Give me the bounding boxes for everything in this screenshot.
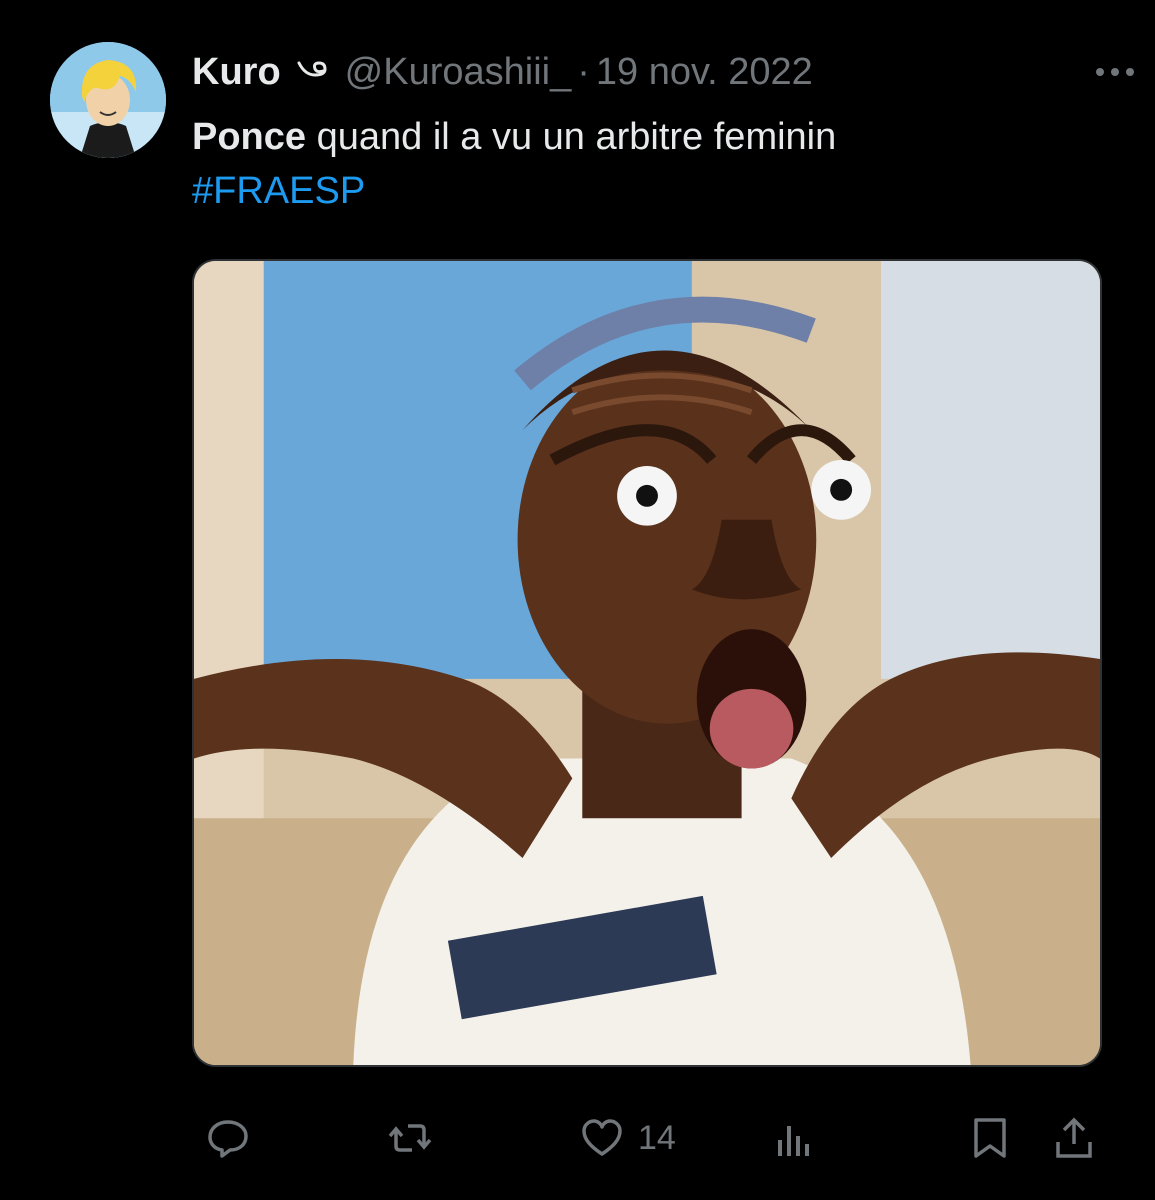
reply-button[interactable]	[206, 1108, 250, 1168]
share-button[interactable]	[1052, 1108, 1096, 1168]
share-icon	[1056, 1117, 1092, 1158]
bookmark-icon	[974, 1118, 1006, 1158]
tweet-image[interactable]	[192, 259, 1102, 1067]
display-name[interactable]: Kuro	[192, 51, 281, 94]
tweet-card[interactable]: Kuro @Kuroashiii_ · 19 nov. 2022 Ponce q…	[0, 0, 1155, 1200]
retweet-icon	[388, 1124, 432, 1152]
header-separator: ·	[577, 50, 590, 93]
tweet-date[interactable]: 19 nov. 2022	[596, 51, 813, 94]
views-button[interactable]	[772, 1108, 816, 1168]
tweet-text-mention: Ponce	[192, 116, 307, 158]
tweet-header: Kuro @Kuroashiii_ · 19 nov. 2022	[192, 48, 1095, 96]
avatar[interactable]	[50, 42, 166, 158]
tweet-actions: 14	[192, 1108, 1102, 1168]
more-options-button[interactable]	[1093, 50, 1137, 94]
more-horizontal-icon	[1096, 68, 1134, 76]
swirl-icon	[297, 61, 327, 77]
retweet-button[interactable]	[388, 1108, 432, 1168]
reply-icon	[208, 1120, 248, 1158]
tweet-text: Ponce quand il a vu un arbitre feminin #…	[192, 110, 1092, 218]
hashtag-link[interactable]: #FRAESP	[192, 164, 1092, 218]
analytics-icon	[778, 1126, 809, 1156]
user-handle[interactable]: @Kuroashiii_	[345, 51, 572, 94]
tweet-text-body: quand il a vu un arbitre feminin	[306, 116, 837, 158]
heart-icon	[582, 1119, 622, 1156]
like-button[interactable]: 14	[580, 1108, 676, 1168]
like-count: 14	[638, 1118, 676, 1157]
bookmark-button[interactable]	[968, 1108, 1012, 1168]
